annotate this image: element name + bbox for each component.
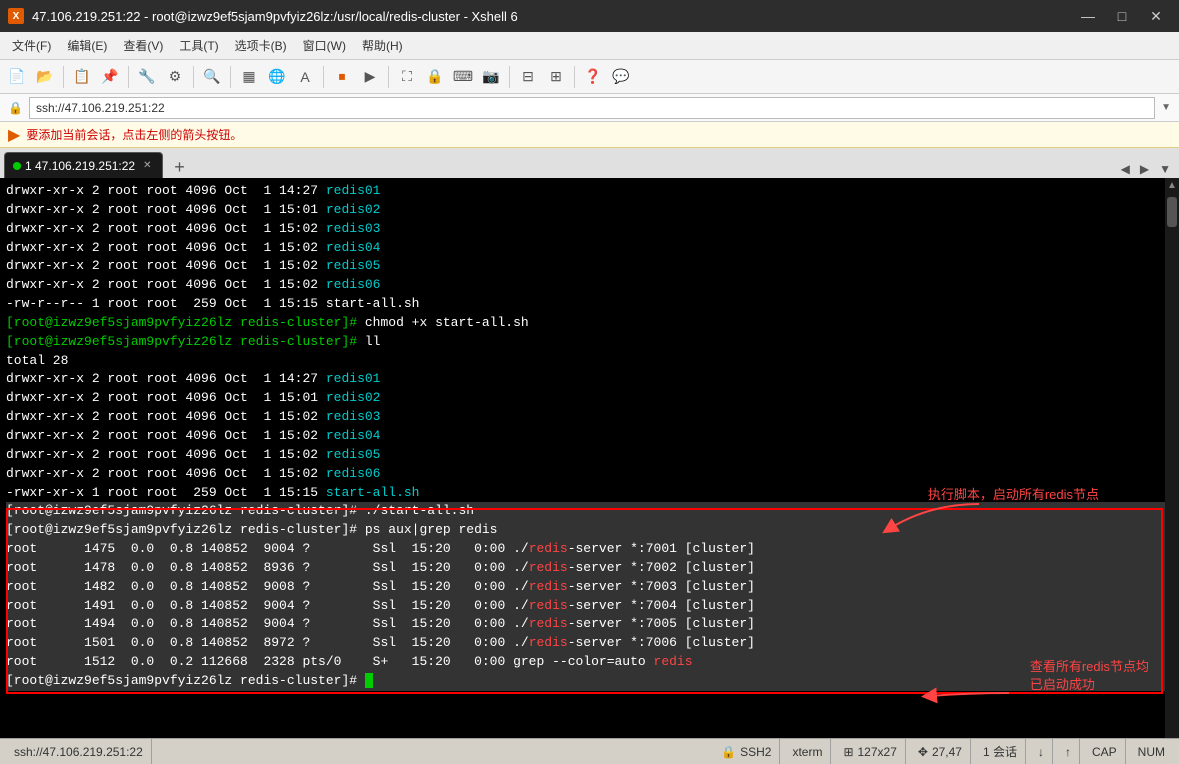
toolbar: 📄 📂 📋 📌 🔧 ⚙ 🔍 ▦ 🌐 A ⏹ ▶ ⛶ 🔒 ⌨ 📷 ⊟ ⊞ ❓ 💬 xyxy=(0,60,1179,94)
toolbar-separator-8 xyxy=(574,66,575,88)
paste-button[interactable]: 📌 xyxy=(97,64,123,90)
snap-button[interactable]: 📷 xyxy=(478,64,504,90)
chat-button[interactable]: 💬 xyxy=(608,64,634,90)
grid-button[interactable]: ▦ xyxy=(236,64,262,90)
status-sessions: 1 会话 xyxy=(975,739,1026,764)
menu-edit[interactable]: 编辑(E) xyxy=(59,33,115,58)
status-ssh-icon: 🔒 xyxy=(721,745,736,759)
status-cursor-label: 27,47 xyxy=(932,745,962,759)
minimize-button[interactable]: — xyxy=(1073,4,1103,28)
status-scroll-down[interactable]: ↓ xyxy=(1030,739,1053,764)
title-bar-left: X 47.106.219.251:22 - root@izwz9ef5sjam9… xyxy=(8,8,518,24)
keyboard-button[interactable]: ⌨ xyxy=(450,64,476,90)
play-button[interactable]: ▶ xyxy=(357,64,383,90)
status-size-label: 127x27 xyxy=(858,745,897,759)
tab-bar: 1 47.106.219.251:22 ✕ + ◀ ▶ ▼ xyxy=(0,148,1179,178)
scroll-down-icon[interactable]: ↓ xyxy=(1038,745,1044,759)
status-cap-label: CAP xyxy=(1092,745,1117,759)
scroll-up-icon[interactable]: ↑ xyxy=(1065,745,1071,759)
status-cap: CAP xyxy=(1084,739,1126,764)
status-ssh-label: SSH2 xyxy=(740,745,771,759)
vertical-scrollbar[interactable]: ▲ xyxy=(1165,178,1179,738)
menu-help[interactable]: 帮助(H) xyxy=(354,33,411,58)
toolbar-separator-5 xyxy=(323,66,324,88)
app-icon: X xyxy=(8,8,24,24)
status-bar: ssh://47.106.219.251:22 🔒 SSH2 xterm ⊞ 1… xyxy=(0,738,1179,764)
menu-view[interactable]: 查看(V) xyxy=(115,33,171,58)
status-address-label: ssh://47.106.219.251:22 xyxy=(14,745,143,759)
status-cursor: ✥ 27,47 xyxy=(910,739,971,764)
toolbar-separator-3 xyxy=(193,66,194,88)
menu-tools[interactable]: 工具(T) xyxy=(171,33,226,58)
size-icon: ⊞ xyxy=(843,745,853,759)
info-bar: ▶ 要添加当前会话，点击左侧的箭头按钮。 xyxy=(0,122,1179,148)
status-xterm-label: xterm xyxy=(792,745,822,759)
lock-button[interactable]: 🔒 xyxy=(422,64,448,90)
menu-window[interactable]: 窗口(W) xyxy=(295,33,354,58)
menu-bar: 文件(F) 编辑(E) 查看(V) 工具(T) 选项卡(B) 窗口(W) 帮助(… xyxy=(0,32,1179,60)
properties-button[interactable]: 🔧 xyxy=(134,64,160,90)
address-dropdown[interactable]: ▼ xyxy=(1161,102,1171,113)
terminal-area[interactable]: drwxr-xr-x 2 root root 4096 Oct 1 14:27 … xyxy=(0,178,1179,738)
info-arrow-icon: ▶ xyxy=(8,125,20,145)
new-session-button[interactable]: 📄 xyxy=(4,64,30,90)
open-button[interactable]: 📂 xyxy=(32,64,58,90)
scroll-up-button[interactable]: ▲ xyxy=(1165,178,1179,193)
terminal-output[interactable]: drwxr-xr-x 2 root root 4096 Oct 1 14:27 … xyxy=(0,178,1179,738)
tab-1-label: 1 47.106.219.251:22 xyxy=(25,159,135,173)
tab-nav: ◀ ▶ ▼ xyxy=(1117,160,1175,178)
status-num-label: NUM xyxy=(1138,745,1165,759)
status-ssh: 🔒 SSH2 xyxy=(713,739,780,764)
status-address: ssh://47.106.219.251:22 xyxy=(6,739,152,764)
search-button[interactable]: 🔍 xyxy=(199,64,225,90)
help-button[interactable]: ❓ xyxy=(580,64,606,90)
title-bar: X 47.106.219.251:22 - root@izwz9ef5sjam9… xyxy=(0,0,1179,32)
tab-status-dot xyxy=(13,162,21,170)
toolbar-separator-6 xyxy=(388,66,389,88)
split-button[interactable]: ⊟ xyxy=(515,64,541,90)
status-sessions-label: 1 会话 xyxy=(983,743,1017,760)
maximize-button[interactable]: □ xyxy=(1107,4,1137,28)
tab-prev-button[interactable]: ◀ xyxy=(1117,160,1134,178)
toolbar-separator-1 xyxy=(63,66,64,88)
close-button[interactable]: ✕ xyxy=(1141,4,1171,28)
lock-icon: 🔒 xyxy=(8,101,23,115)
font-button[interactable]: A xyxy=(292,64,318,90)
status-size: ⊞ 127x27 xyxy=(835,739,905,764)
address-input[interactable] xyxy=(29,97,1155,119)
copy-button[interactable]: 📋 xyxy=(69,64,95,90)
app-window: X 47.106.219.251:22 - root@izwz9ef5sjam9… xyxy=(0,0,1179,764)
add-tab-button[interactable]: + xyxy=(167,156,193,178)
status-num: NUM xyxy=(1130,739,1173,764)
status-scroll-up[interactable]: ↑ xyxy=(1057,739,1080,764)
window-controls: — □ ✕ xyxy=(1073,4,1171,28)
toolbar-separator-2 xyxy=(128,66,129,88)
tab-next-button[interactable]: ▶ xyxy=(1136,160,1153,178)
fullscreen-button[interactable]: ⛶ xyxy=(394,64,420,90)
merge-button[interactable]: ⊞ xyxy=(543,64,569,90)
menu-file[interactable]: 文件(F) xyxy=(4,33,59,58)
connect-button[interactable]: 🌐 xyxy=(264,64,290,90)
tab-1-close[interactable]: ✕ xyxy=(143,160,151,171)
scrollbar-thumb[interactable] xyxy=(1167,197,1177,227)
menu-tab[interactable]: 选项卡(B) xyxy=(227,33,295,58)
cursor-icon: ✥ xyxy=(918,745,928,759)
address-bar: 🔒 ▼ xyxy=(0,94,1179,122)
tab-menu-button[interactable]: ▼ xyxy=(1155,160,1175,178)
toolbar-separator-4 xyxy=(230,66,231,88)
window-title: 47.106.219.251:22 - root@izwz9ef5sjam9pv… xyxy=(32,9,518,24)
status-xterm: xterm xyxy=(784,739,831,764)
toolbar-separator-7 xyxy=(509,66,510,88)
settings-button[interactable]: ⚙ xyxy=(162,64,188,90)
tab-1[interactable]: 1 47.106.219.251:22 ✕ xyxy=(4,152,163,178)
info-text: 要添加当前会话，点击左侧的箭头按钮。 xyxy=(26,126,242,143)
stop-button[interactable]: ⏹ xyxy=(329,64,355,90)
